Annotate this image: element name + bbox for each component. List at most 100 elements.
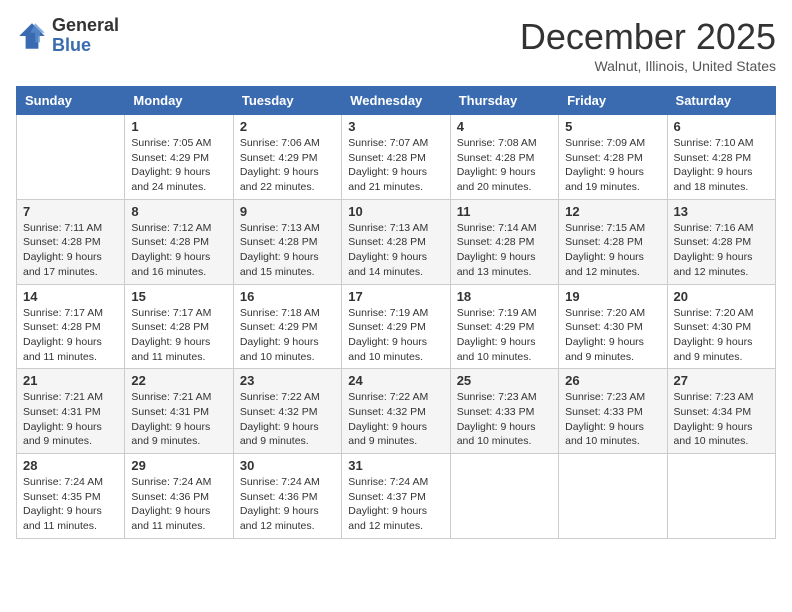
week-row-2: 7 Sunrise: 7:11 AM Sunset: 4:28 PM Daylig… [17,199,776,284]
calendar-cell: 14 Sunrise: 7:17 AM Sunset: 4:28 PM Dayli… [17,284,125,369]
day-number: 24 [348,373,443,388]
calendar-cell: 6 Sunrise: 7:10 AM Sunset: 4:28 PM Daylig… [667,115,775,200]
day-info: Sunrise: 7:21 AM Sunset: 4:31 PM Dayligh… [23,390,118,449]
day-info: Sunrise: 7:12 AM Sunset: 4:28 PM Dayligh… [131,221,226,280]
day-info: Sunrise: 7:24 AM Sunset: 4:35 PM Dayligh… [23,475,118,534]
calendar-cell: 16 Sunrise: 7:18 AM Sunset: 4:29 PM Dayli… [233,284,341,369]
col-header-thursday: Thursday [450,87,558,115]
location: Walnut, Illinois, United States [520,58,776,74]
calendar-cell [450,454,558,539]
month-title: December 2025 [520,16,776,58]
day-info: Sunrise: 7:13 AM Sunset: 4:28 PM Dayligh… [348,221,443,280]
day-info: Sunrise: 7:09 AM Sunset: 4:28 PM Dayligh… [565,136,660,195]
calendar-cell: 26 Sunrise: 7:23 AM Sunset: 4:33 PM Dayli… [559,369,667,454]
day-info: Sunrise: 7:14 AM Sunset: 4:28 PM Dayligh… [457,221,552,280]
calendar-cell: 19 Sunrise: 7:20 AM Sunset: 4:30 PM Dayli… [559,284,667,369]
day-info: Sunrise: 7:20 AM Sunset: 4:30 PM Dayligh… [674,306,769,365]
day-number: 21 [23,373,118,388]
day-number: 6 [674,119,769,134]
logo: General Blue [16,16,119,56]
calendar-cell: 29Sunrise: 7:24 AM Sunset: 4:36 PM Dayli… [125,454,233,539]
day-number: 14 [23,289,118,304]
day-number: 8 [131,204,226,219]
day-info: Sunrise: 7:23 AM Sunset: 4:33 PM Dayligh… [457,390,552,449]
title-block: December 2025 Walnut, Illinois, United S… [520,16,776,74]
logo-general: General [52,16,119,36]
day-number: 17 [348,289,443,304]
day-info: Sunrise: 7:21 AM Sunset: 4:31 PM Dayligh… [131,390,226,449]
calendar-cell: 9 Sunrise: 7:13 AM Sunset: 4:28 PM Daylig… [233,199,341,284]
col-header-monday: Monday [125,87,233,115]
day-number: 4 [457,119,552,134]
day-number: 27 [674,373,769,388]
day-number: 15 [131,289,226,304]
day-info: Sunrise: 7:19 AM Sunset: 4:29 PM Dayligh… [348,306,443,365]
calendar-cell: 15Sunrise: 7:17 AM Sunset: 4:28 PM Dayli… [125,284,233,369]
day-number: 22 [131,373,226,388]
day-info: Sunrise: 7:11 AM Sunset: 4:28 PM Dayligh… [23,221,118,280]
page-header: General Blue December 2025 Walnut, Illin… [16,16,776,74]
logo-text: General Blue [52,16,119,56]
calendar-cell: 17 Sunrise: 7:19 AM Sunset: 4:29 PM Dayli… [342,284,450,369]
day-info: Sunrise: 7:22 AM Sunset: 4:32 PM Dayligh… [348,390,443,449]
calendar-cell: 8 Sunrise: 7:12 AM Sunset: 4:28 PM Daylig… [125,199,233,284]
calendar-cell: 13Sunrise: 7:16 AM Sunset: 4:28 PM Dayli… [667,199,775,284]
calendar-cell: 3 Sunrise: 7:07 AM Sunset: 4:28 PM Daylig… [342,115,450,200]
week-row-4: 21 Sunrise: 7:21 AM Sunset: 4:31 PM Dayli… [17,369,776,454]
col-header-sunday: Sunday [17,87,125,115]
day-info: Sunrise: 7:13 AM Sunset: 4:28 PM Dayligh… [240,221,335,280]
day-info: Sunrise: 7:10 AM Sunset: 4:28 PM Dayligh… [674,136,769,195]
calendar-cell: 22 Sunrise: 7:21 AM Sunset: 4:31 PM Dayli… [125,369,233,454]
day-info: Sunrise: 7:23 AM Sunset: 4:33 PM Dayligh… [565,390,660,449]
calendar-cell: 5 Sunrise: 7:09 AM Sunset: 4:28 PM Daylig… [559,115,667,200]
col-header-tuesday: Tuesday [233,87,341,115]
day-number: 20 [674,289,769,304]
col-header-saturday: Saturday [667,87,775,115]
calendar-cell: 27 Sunrise: 7:23 AM Sunset: 4:34 PM Dayli… [667,369,775,454]
day-info: Sunrise: 7:16 AM Sunset: 4:28 PM Dayligh… [674,221,769,280]
day-number: 7 [23,204,118,219]
week-row-5: 28 Sunrise: 7:24 AM Sunset: 4:35 PM Dayli… [17,454,776,539]
calendar-cell: 21 Sunrise: 7:21 AM Sunset: 4:31 PM Dayli… [17,369,125,454]
calendar-cell: 1 Sunrise: 7:05 AM Sunset: 4:29 PM Daylig… [125,115,233,200]
day-number: 1 [131,119,226,134]
calendar-cell: 7 Sunrise: 7:11 AM Sunset: 4:28 PM Daylig… [17,199,125,284]
day-number: 28 [23,458,118,473]
day-info: Sunrise: 7:15 AM Sunset: 4:28 PM Dayligh… [565,221,660,280]
day-info: Sunrise: 7:19 AM Sunset: 4:29 PM Dayligh… [457,306,552,365]
day-info: Sunrise: 7:22 AM Sunset: 4:32 PM Dayligh… [240,390,335,449]
day-info: Sunrise: 7:23 AM Sunset: 4:34 PM Dayligh… [674,390,769,449]
day-info: Sunrise: 7:18 AM Sunset: 4:29 PM Dayligh… [240,306,335,365]
col-header-wednesday: Wednesday [342,87,450,115]
calendar-cell: 23 Sunrise: 7:22 AM Sunset: 4:32 PM Dayli… [233,369,341,454]
day-info: Sunrise: 7:06 AM Sunset: 4:29 PM Dayligh… [240,136,335,195]
day-info: Sunrise: 7:05 AM Sunset: 4:29 PM Dayligh… [131,136,226,195]
day-number: 16 [240,289,335,304]
day-info: Sunrise: 7:17 AM Sunset: 4:28 PM Dayligh… [23,306,118,365]
day-number: 9 [240,204,335,219]
calendar-cell: 24 Sunrise: 7:22 AM Sunset: 4:32 PM Dayli… [342,369,450,454]
day-info: Sunrise: 7:24 AM Sunset: 4:36 PM Dayligh… [131,475,226,534]
calendar-cell: 2Sunrise: 7:06 AM Sunset: 4:29 PM Daylig… [233,115,341,200]
calendar-cell: 28 Sunrise: 7:24 AM Sunset: 4:35 PM Dayli… [17,454,125,539]
day-number: 5 [565,119,660,134]
calendar-cell: 20 Sunrise: 7:20 AM Sunset: 4:30 PM Dayli… [667,284,775,369]
calendar-cell: 10Sunrise: 7:13 AM Sunset: 4:28 PM Dayli… [342,199,450,284]
day-number: 19 [565,289,660,304]
calendar-cell: 25 Sunrise: 7:23 AM Sunset: 4:33 PM Dayli… [450,369,558,454]
calendar-header-row: SundayMondayTuesdayWednesdayThursdayFrid… [17,87,776,115]
calendar-cell: 31Sunrise: 7:24 AM Sunset: 4:37 PM Dayli… [342,454,450,539]
logo-icon [16,20,48,52]
day-number: 25 [457,373,552,388]
day-number: 26 [565,373,660,388]
day-info: Sunrise: 7:07 AM Sunset: 4:28 PM Dayligh… [348,136,443,195]
day-number: 30 [240,458,335,473]
day-number: 3 [348,119,443,134]
calendar-cell [17,115,125,200]
calendar-cell: 11Sunrise: 7:14 AM Sunset: 4:28 PM Dayli… [450,199,558,284]
day-info: Sunrise: 7:20 AM Sunset: 4:30 PM Dayligh… [565,306,660,365]
day-info: Sunrise: 7:24 AM Sunset: 4:37 PM Dayligh… [348,475,443,534]
logo-blue: Blue [52,36,119,56]
day-info: Sunrise: 7:08 AM Sunset: 4:28 PM Dayligh… [457,136,552,195]
day-number: 23 [240,373,335,388]
